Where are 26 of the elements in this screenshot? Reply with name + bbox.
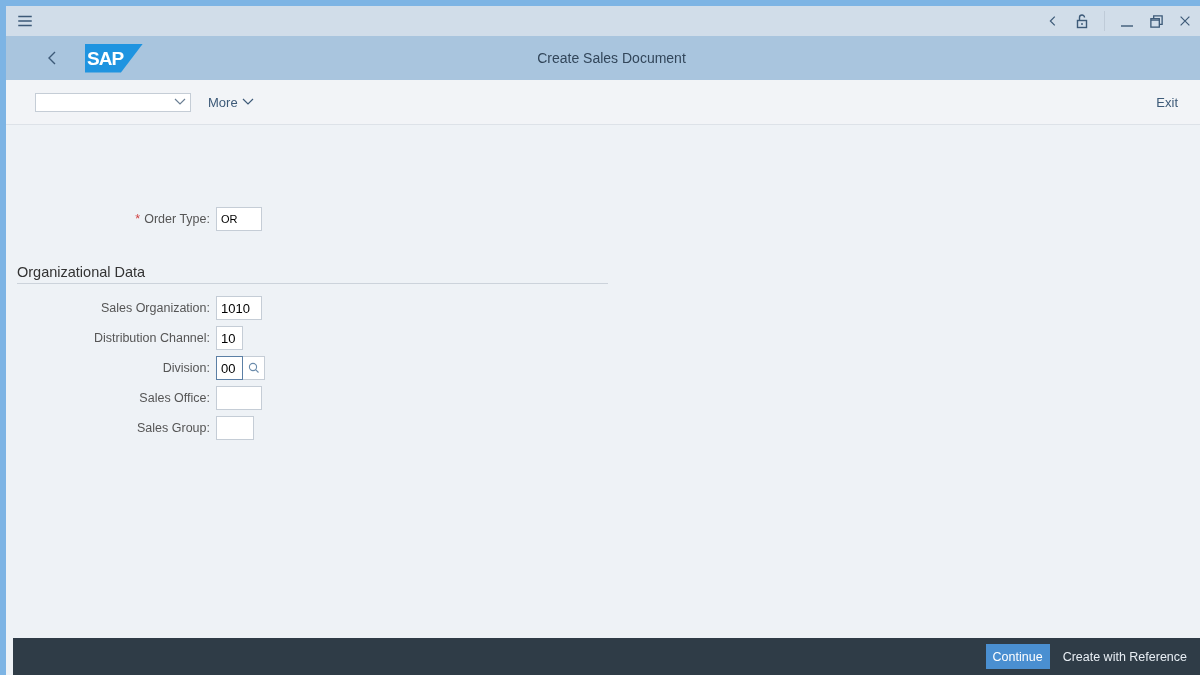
input-field[interactable] xyxy=(216,386,262,410)
field-label: Division: xyxy=(161,361,210,375)
dropdown-field[interactable] xyxy=(35,92,191,112)
page-title: Create Sales Document xyxy=(537,50,686,66)
value-help-button[interactable] xyxy=(243,356,265,380)
input-field[interactable]: 00 xyxy=(216,356,243,380)
exit-link[interactable]: Exit xyxy=(1156,94,1178,110)
search-icon xyxy=(247,362,260,374)
field-label: Distribution Channel: xyxy=(92,331,210,345)
close-icon[interactable] xyxy=(1178,14,1192,28)
input-field[interactable]: 10 xyxy=(216,326,243,350)
field-label: Sales Group: xyxy=(136,421,210,435)
create-with-reference-button[interactable]: Create with Reference xyxy=(1055,644,1194,669)
field-label: Sales Office: xyxy=(138,391,210,405)
input-field[interactable] xyxy=(216,416,254,440)
logo: SAP xyxy=(85,43,143,73)
restore-window-icon[interactable] xyxy=(1149,13,1164,29)
field-label: Sales Organization: xyxy=(99,301,210,315)
input-field[interactable]: OR xyxy=(216,207,262,231)
chevron-down-icon xyxy=(241,98,254,106)
section-title: Organizational Data xyxy=(17,264,608,284)
more-menu[interactable]: More xyxy=(208,94,254,110)
input-field[interactable]: 1010 xyxy=(216,296,262,320)
unlocked-padlock-icon[interactable] xyxy=(1074,13,1090,29)
chevron-down-icon xyxy=(174,98,186,106)
field-label: * Order Type: xyxy=(134,212,210,226)
